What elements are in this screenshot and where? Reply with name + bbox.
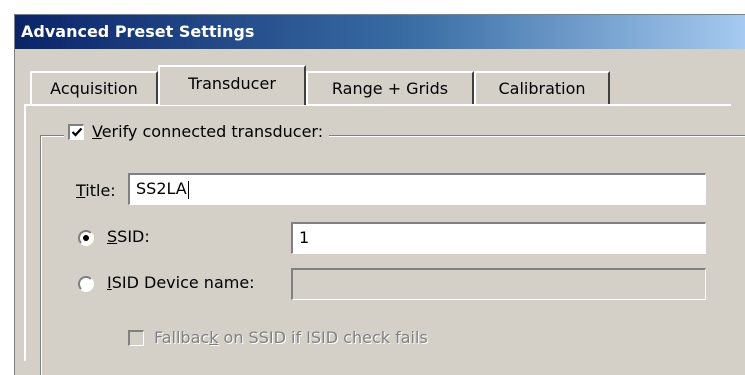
verify-transducer-label: Verify connected transducer:: [92, 122, 324, 141]
ssid-label: SSID:: [107, 227, 150, 246]
radio-selected-dot: [83, 235, 89, 241]
isid-radio[interactable]: [78, 276, 94, 292]
isid-device-name-input[interactable]: [291, 268, 706, 300]
title-input-value: SS2LA: [136, 179, 187, 198]
ssid-radio[interactable]: [78, 230, 94, 246]
title-input[interactable]: SS2LA: [128, 173, 706, 205]
tab-range-grids-label: Range + Grids: [331, 79, 449, 98]
ssid-input[interactable]: 1: [291, 222, 706, 254]
dialog-title: Advanced Preset Settings: [15, 15, 745, 49]
fallback-label: Fallback on SSID if ISID check fails: [154, 328, 428, 347]
checkmark-icon: [71, 127, 82, 137]
tab-range-grids[interactable]: Range + Grids: [306, 71, 474, 105]
ssid-input-value: 1: [299, 228, 310, 247]
tab-calibration[interactable]: Calibration: [474, 71, 610, 105]
fallback-checkbox[interactable]: [128, 329, 144, 346]
tab-transducer[interactable]: Transducer: [158, 65, 306, 105]
tab-acquisition-label: Acquisition: [50, 79, 138, 98]
verify-transducer-checkbox-row[interactable]: Verify connected transducer:: [64, 122, 330, 141]
isid-label: ISID Device name:: [107, 273, 255, 292]
verify-transducer-checkbox[interactable]: [68, 123, 84, 140]
text-caret: [187, 180, 189, 199]
fallback-checkbox-row[interactable]: Fallback on SSID if ISID check fails: [128, 328, 428, 347]
tab-acquisition[interactable]: Acquisition: [30, 71, 158, 105]
title-label: Title:: [76, 181, 116, 200]
tab-transducer-label: Transducer: [188, 74, 276, 93]
tab-calibration-label: Calibration: [498, 79, 586, 98]
